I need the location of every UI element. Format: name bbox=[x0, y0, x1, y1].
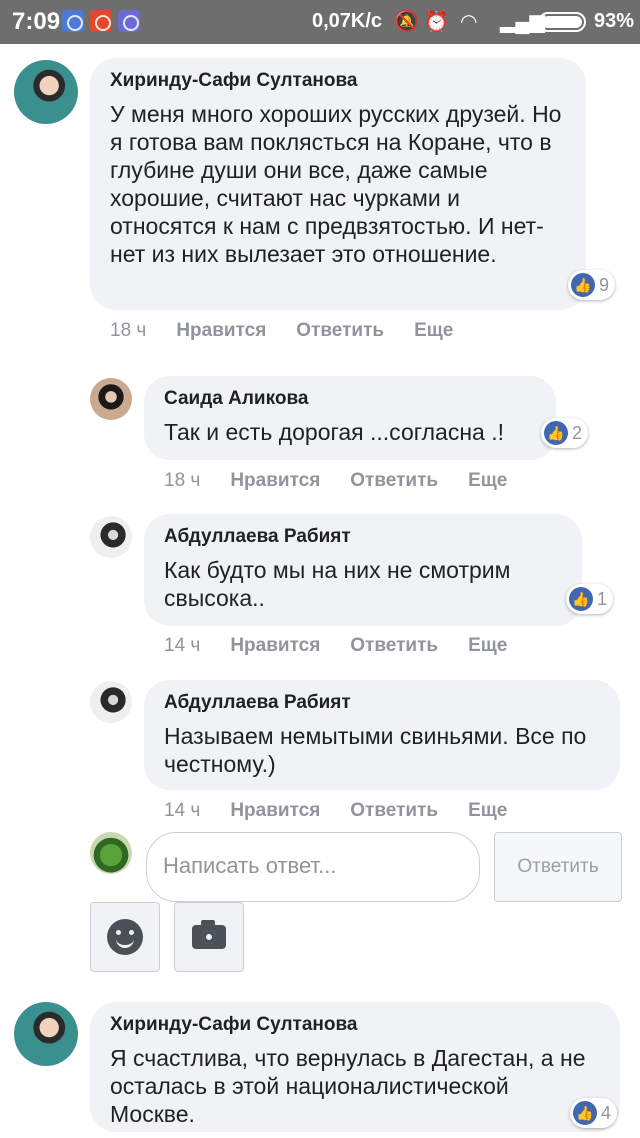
reply-button[interactable]: Ответить bbox=[350, 800, 438, 822]
comment-actions: 14 ч Нравится Ответить Еще bbox=[164, 635, 537, 657]
reply-button[interactable]: Ответить bbox=[350, 635, 438, 657]
gallery-icon bbox=[118, 10, 140, 32]
comment-author[interactable]: Хиринду-Сафи Султанова bbox=[110, 1014, 600, 1036]
avatar[interactable] bbox=[14, 60, 78, 124]
status-bar: 7:09 0,07K/c 🔕 ⏰ ◠ ▂▄▆ 93% bbox=[0, 0, 640, 44]
like-button[interactable]: Нравится bbox=[230, 470, 320, 492]
comment-author[interactable]: Хиринду-Сафи Султанова bbox=[110, 70, 566, 92]
comment-text: Я счастлива, что вернулась в Дагестан, а… bbox=[110, 1045, 586, 1127]
reaction-count[interactable]: 👍 2 bbox=[541, 418, 589, 448]
avatar[interactable] bbox=[14, 1002, 78, 1066]
photo-button[interactable] bbox=[174, 902, 244, 972]
avatar[interactable] bbox=[90, 516, 132, 558]
more-button[interactable]: Еще bbox=[468, 800, 507, 822]
comment-text: Как будто мы на них не смотрим свысока.. bbox=[164, 557, 511, 611]
more-button[interactable]: Еще bbox=[414, 320, 453, 342]
like-button[interactable]: Нравится bbox=[230, 635, 320, 657]
comment-time: 18 ч bbox=[110, 320, 147, 341]
submit-reply-button[interactable]: Ответить bbox=[494, 832, 622, 902]
reaction-count[interactable]: 👍 9 bbox=[568, 270, 616, 300]
reaction-count[interactable]: 👍 1 bbox=[566, 584, 614, 614]
comment-bubble: Абдуллаева Рабият Называем немытыми свин… bbox=[144, 680, 620, 790]
aliexpress-icon bbox=[90, 10, 112, 32]
comment-text: Называем немытыми свиньями. Все по честн… bbox=[164, 723, 587, 777]
comment-bubble: Абдуллаева Рабият Как будто мы на них не… bbox=[144, 514, 582, 626]
like-count: 4 bbox=[601, 1102, 612, 1123]
more-button[interactable]: Еще bbox=[468, 470, 507, 492]
comment-time: 14 ч bbox=[164, 635, 201, 656]
battery-percent: 93% bbox=[594, 10, 635, 32]
current-user-avatar bbox=[90, 832, 132, 874]
comment-actions: 18 ч Нравится Ответить Еще bbox=[164, 470, 537, 492]
comment-author[interactable]: Абдуллаева Рабият bbox=[164, 526, 562, 548]
alarm-icon: ⏰ bbox=[424, 11, 449, 33]
comment-actions: 18 ч Нравится Ответить Еще bbox=[110, 320, 483, 342]
battery-icon bbox=[538, 12, 586, 32]
like-count: 9 bbox=[599, 274, 610, 295]
reply-button[interactable]: Ответить bbox=[350, 470, 438, 492]
comment-text: У меня много хороших русских друзей. Но … bbox=[110, 101, 562, 267]
thumbs-up-icon: 👍 bbox=[573, 1101, 597, 1125]
thumbs-up-icon: 👍 bbox=[544, 421, 568, 445]
network-speed: 0,07K/c bbox=[312, 10, 383, 32]
reply-input[interactable]: Написать ответ... bbox=[146, 832, 480, 902]
camera-icon bbox=[192, 920, 226, 949]
comment-time: 18 ч bbox=[164, 470, 201, 491]
comment-time: 14 ч bbox=[164, 800, 201, 821]
thumbs-up-icon: 👍 bbox=[571, 273, 595, 297]
wifi-icon: ◠ bbox=[460, 11, 478, 33]
reaction-count[interactable]: 👍 4 bbox=[570, 1098, 618, 1128]
comment-bubble: Хиринду-Сафи Султанова У меня много хоро… bbox=[90, 58, 586, 310]
mute-icon: 🔕 bbox=[394, 11, 419, 33]
comment-text: Так и есть дорогая ...согласна .! bbox=[164, 419, 504, 445]
thumbs-up-icon: 👍 bbox=[569, 587, 593, 611]
messenger-icon bbox=[62, 10, 84, 32]
comment-actions: 14 ч Нравится Ответить Еще bbox=[164, 800, 537, 822]
comment-bubble: Саида Аликова Так и есть дорогая ...согл… bbox=[144, 376, 556, 460]
comment-author[interactable]: Саида Аликова bbox=[164, 388, 536, 410]
more-button[interactable]: Еще bbox=[468, 635, 507, 657]
reply-button[interactable]: Ответить bbox=[296, 320, 384, 342]
avatar[interactable] bbox=[90, 681, 132, 723]
comment-bubble: Хиринду-Сафи Султанова Я счастлива, что … bbox=[90, 1002, 620, 1132]
like-button[interactable]: Нравится bbox=[230, 800, 320, 822]
smiley-icon bbox=[107, 919, 143, 955]
emoji-button[interactable] bbox=[90, 902, 160, 972]
status-time: 7:09 bbox=[12, 8, 61, 35]
comment-author[interactable]: Абдуллаева Рабият bbox=[164, 692, 600, 714]
like-count: 2 bbox=[572, 422, 583, 443]
like-count: 1 bbox=[597, 588, 608, 609]
avatar[interactable] bbox=[90, 378, 132, 420]
like-button[interactable]: Нравится bbox=[176, 320, 266, 342]
